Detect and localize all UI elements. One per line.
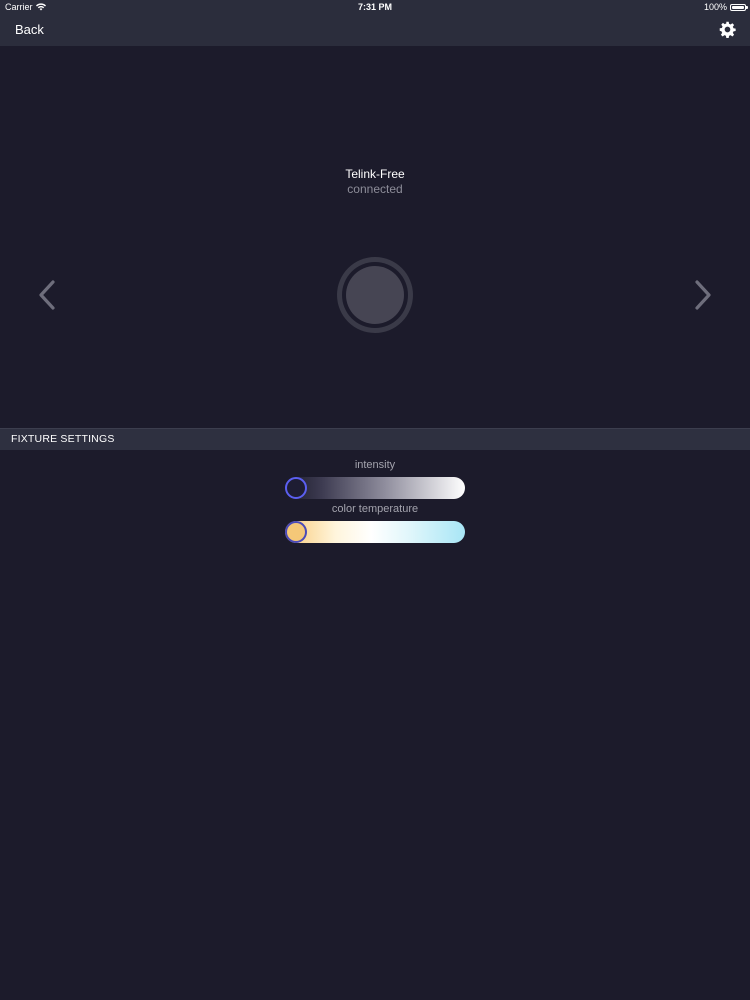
intensity-slider-thumb[interactable] (285, 477, 307, 499)
intensity-label: intensity (354, 459, 396, 471)
screen: Carrier 7:31 PM 100% Back Telink-Free co… (0, 0, 750, 1000)
color-temperature-label: color temperature (331, 503, 419, 515)
light-power-button[interactable] (337, 257, 413, 333)
status-battery: 100% (703, 2, 748, 12)
intensity-slider[interactable] (285, 477, 465, 499)
color-temperature-slider-thumb[interactable] (285, 521, 307, 543)
chevron-left-icon[interactable] (37, 279, 57, 311)
battery-icon (730, 3, 748, 11)
back-button[interactable]: Back (15, 22, 44, 37)
section-title: FIXTURE SETTINGS (11, 433, 115, 445)
chevron-right-icon[interactable] (693, 279, 713, 311)
gear-icon[interactable] (719, 21, 736, 38)
status-time: 7:31 PM (357, 2, 392, 12)
battery-percent: 100% (703, 2, 727, 12)
fixture-settings-header: FIXTURE SETTINGS (0, 428, 750, 450)
device-name: Telink-Free (345, 167, 405, 181)
device-status: connected (347, 182, 403, 196)
light-indicator (346, 266, 404, 324)
top-bar: Carrier 7:31 PM 100% Back (0, 0, 750, 46)
color-temperature-slider[interactable] (285, 521, 465, 543)
